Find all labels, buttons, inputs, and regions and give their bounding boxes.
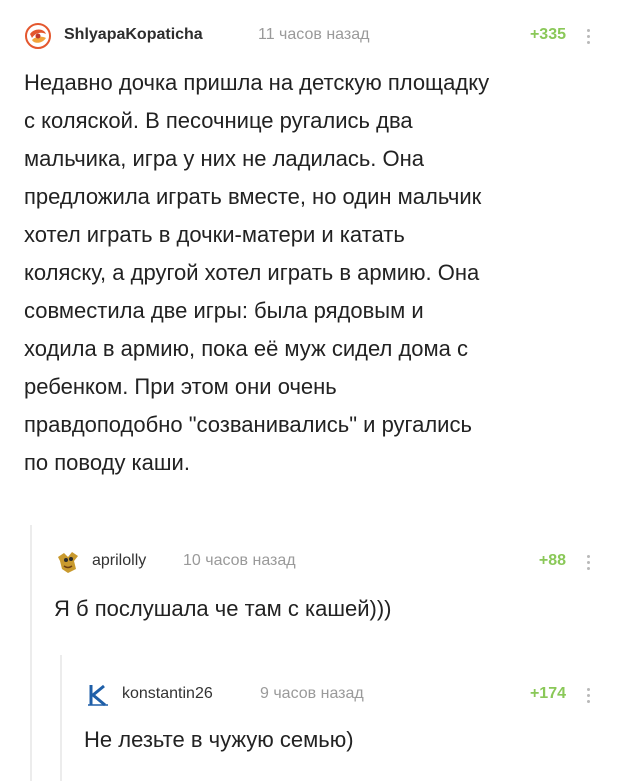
more-options-icon[interactable] xyxy=(587,29,591,47)
comment-time[interactable]: 9 часов назад xyxy=(260,685,364,703)
user-avatar[interactable] xyxy=(84,681,112,709)
comment-reply: konstantin26 9 часов назад +174 Не лезьт… xyxy=(0,675,620,775)
more-options-icon[interactable] xyxy=(587,688,591,706)
more-options-icon[interactable] xyxy=(587,555,591,573)
comment-time[interactable]: 10 часов назад xyxy=(183,552,296,570)
orange-swirl-avatar-icon xyxy=(25,23,51,49)
comment-author[interactable]: ShlyapaKopaticha xyxy=(64,26,203,44)
comment-rating: +174 xyxy=(529,685,566,702)
comment-time[interactable]: 11 часов назад xyxy=(258,26,369,44)
comment: ShlyapaKopaticha 11 часов назад +335 Нед… xyxy=(0,0,620,520)
comment-text: Недавно дочка пришла на детскую площадку… xyxy=(24,70,490,475)
comment-rating: +88 xyxy=(538,552,566,569)
comment-rating: +335 xyxy=(529,26,566,43)
user-avatar[interactable] xyxy=(54,547,82,575)
comment-text: Я б послушала че там с кашей))) xyxy=(54,596,392,621)
comment-author[interactable]: konstantin26 xyxy=(122,685,213,703)
letter-k-avatar-icon xyxy=(88,684,108,707)
comment-text: Не лезьте в чужую семью) xyxy=(84,727,354,752)
cartoon-avatar-icon xyxy=(58,552,78,573)
comment-author[interactable]: aprilolly xyxy=(92,552,146,570)
comment-reply: aprilolly 10 часов назад +88 Я б послуша… xyxy=(0,540,620,660)
user-avatar[interactable] xyxy=(24,22,52,50)
